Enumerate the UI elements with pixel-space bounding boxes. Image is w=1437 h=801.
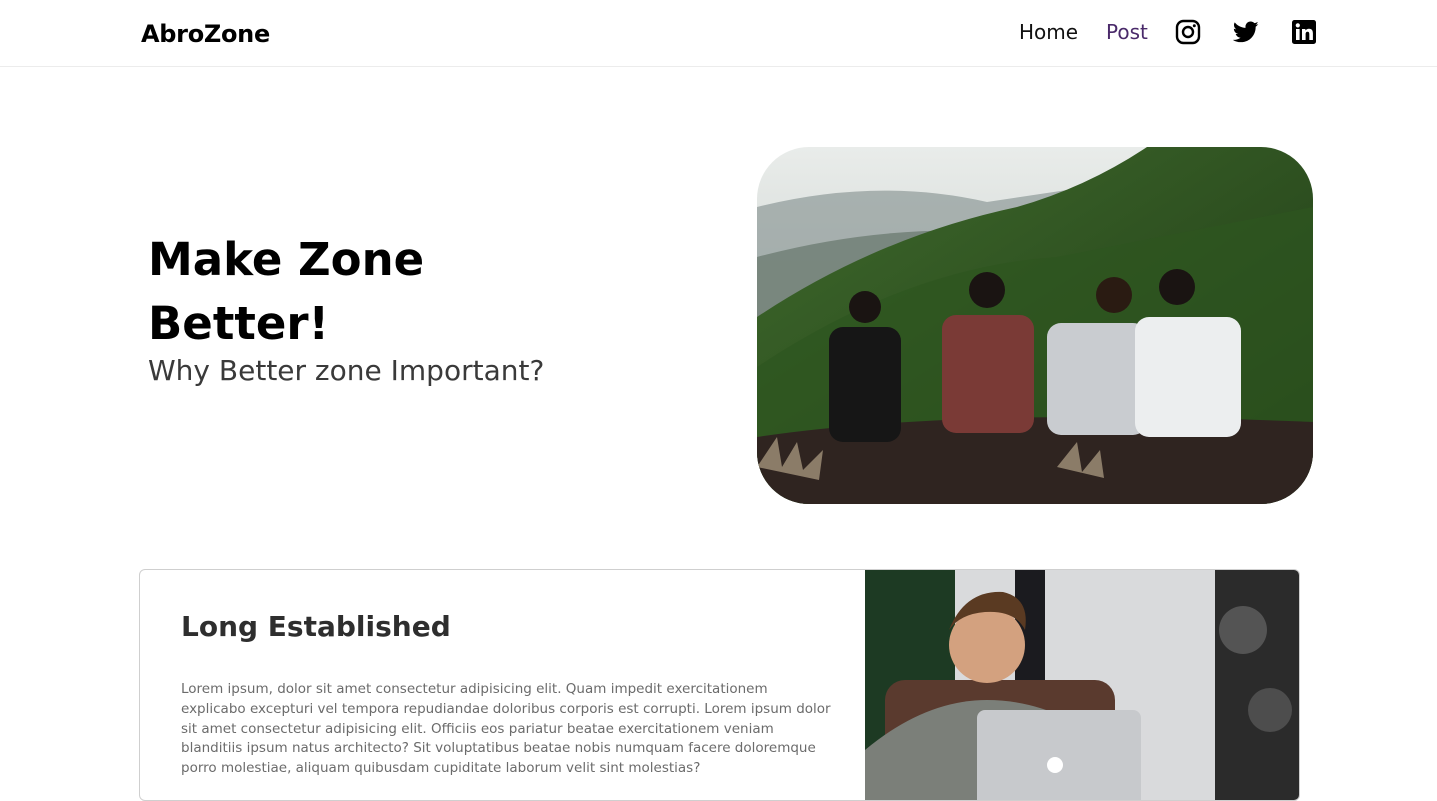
twitter-icon[interactable] [1233, 19, 1259, 45]
hero-image [757, 147, 1313, 504]
card-title: Long Established [181, 610, 451, 643]
card-image [865, 570, 1299, 800]
instagram-icon[interactable] [1175, 19, 1201, 45]
hero-title: Make Zone Better! [148, 233, 425, 350]
nav-link-home[interactable]: Home [1019, 20, 1078, 44]
brand-logo[interactable]: AbroZone [141, 20, 270, 48]
feature-card: Long Established Lorem ipsum, dolor sit … [139, 569, 1300, 801]
linkedin-icon[interactable] [1291, 19, 1317, 45]
navbar: AbroZone Home Post [0, 0, 1437, 67]
nav-link-post[interactable]: Post [1106, 20, 1148, 44]
hero-subtitle: Why Better zone Important? [148, 354, 545, 387]
card-text: Lorem ipsum, dolor sit amet consectetur … [181, 681, 831, 777]
